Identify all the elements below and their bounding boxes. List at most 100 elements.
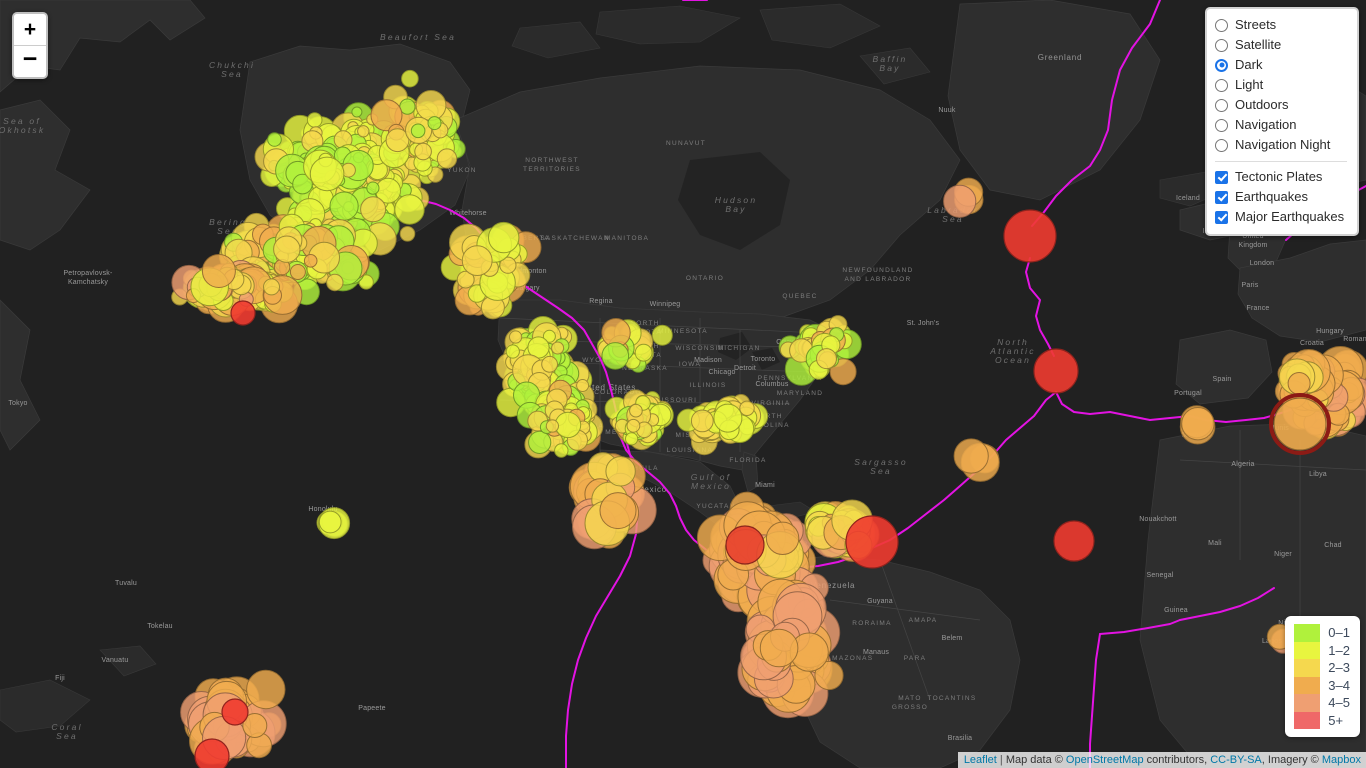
earthquake-marker[interactable] [201,254,236,288]
earthquake-marker[interactable] [401,69,419,88]
major-earthquake-marker[interactable] [1053,520,1095,562]
earthquake-marker[interactable] [554,443,569,458]
earthquake-marker[interactable] [273,235,301,263]
checkbox-icon[interactable] [1215,210,1228,224]
earthquake-marker[interactable] [436,148,458,169]
earthquake-marker[interactable] [366,181,380,195]
earthquake-marker[interactable] [554,411,582,439]
earthquake-marker[interactable] [326,273,344,292]
contributors-text: contributors, [1143,754,1211,766]
zoom-out-button[interactable]: − [14,45,46,77]
basemap-option-satellite[interactable]: Satellite [1215,35,1347,55]
legend-label: 0–1 [1328,625,1350,640]
layers-divider [1215,161,1347,162]
earthquake-marker[interactable] [541,355,558,373]
basemap-option-navigation[interactable]: Navigation [1215,115,1347,135]
radio-button-icon[interactable] [1215,78,1228,92]
earthquake-marker[interactable] [394,194,425,225]
zoom-control: + − [12,12,48,79]
earthquake-marker[interactable] [576,379,590,392]
major-earthquake-marker[interactable] [221,698,249,726]
earthquake-marker[interactable] [551,341,565,355]
earthquake-marker[interactable] [329,191,359,221]
earthquake-marker[interactable] [306,112,323,128]
earthquake-marker[interactable] [351,106,363,118]
basemap-option-label: Navigation Night [1235,137,1331,152]
basemap-option-light[interactable]: Light [1215,75,1347,95]
license-link[interactable]: CC-BY-SA [1210,754,1262,766]
earthquake-marker[interactable] [414,142,432,161]
radio-button-icon[interactable] [1215,98,1228,112]
major-earthquake-marker[interactable] [1033,348,1079,394]
radio-button-icon[interactable] [1215,18,1228,32]
earthquake-marker[interactable] [267,132,282,147]
earthquake-marker[interactable] [759,628,799,668]
openstreetmap-link[interactable]: OpenStreetMap [1066,754,1144,766]
mapbox-link[interactable]: Mapbox [1322,754,1361,766]
basemap-option-dark[interactable]: Dark [1215,55,1347,75]
earthquake-marker[interactable] [289,264,306,280]
earthquake-marker[interactable] [765,521,800,555]
earthquake-marker[interactable] [508,330,523,344]
map-data-prefix: Map data © [1005,754,1066,766]
overlay-option-earthquakes[interactable]: Earthquakes [1215,187,1347,207]
imagery-prefix: , Imagery © [1261,754,1322,766]
earthquake-marker[interactable] [1181,407,1215,441]
overlay-option-major-earthquakes[interactable]: Major Earthquakes [1215,207,1347,227]
earthquake-marker[interactable] [309,156,345,192]
earthquake-marker[interactable] [601,342,630,370]
major-earthquake-marker[interactable] [725,525,765,565]
checkbox-icon[interactable] [1215,190,1228,204]
earthquake-marker[interactable] [545,419,560,433]
earthquake-marker[interactable] [461,245,493,277]
basemap-option-navigation-night[interactable]: Navigation Night [1215,135,1347,155]
earthquake-marker[interactable] [528,430,552,454]
earthquake-marker[interactable] [625,432,639,446]
earthquake-marker[interactable] [816,348,837,370]
basemap-option-streets[interactable]: Streets [1215,15,1347,35]
basemap-option-label: Dark [1235,57,1263,72]
major-earthquake-marker[interactable] [194,738,230,768]
overlay-option-tectonic-plates[interactable]: Tectonic Plates [1215,167,1347,187]
earthquake-marker[interactable] [1287,372,1311,395]
radio-button-icon[interactable] [1215,58,1228,72]
earthquake-marker[interactable] [415,90,447,121]
earthquake-marker[interactable] [488,221,520,254]
earthquake-marker[interactable] [605,456,636,487]
earthquake-marker[interactable] [739,400,755,416]
earthquakes-layer[interactable] [0,0,1366,768]
major-earthquake-marker[interactable] [230,300,256,326]
earthquake-marker[interactable] [634,343,653,362]
radio-button-icon[interactable] [1215,118,1228,132]
earthquake-marker[interactable] [246,669,286,710]
map-attribution: Leaflet | Map data © OpenStreetMap contr… [957,752,1366,768]
earthquake-marker[interactable] [360,196,387,223]
zoom-in-button[interactable]: + [14,14,46,45]
earthquake-marker[interactable] [953,438,989,474]
legend-swatch [1294,694,1321,712]
checkbox-icon[interactable] [1215,170,1228,184]
earthquake-marker[interactable] [599,492,637,530]
earthquake-marker[interactable] [399,226,416,242]
major-earthquake-marker[interactable] [1003,209,1057,263]
earthquake-marker[interactable] [943,184,977,218]
earthquake-marker[interactable] [690,409,714,433]
earthquake-marker[interactable] [263,278,280,296]
radio-button-icon[interactable] [1215,38,1228,52]
earthquake-marker[interactable] [357,125,370,138]
earthquake-marker[interactable] [318,510,342,534]
earthquake-marker[interactable] [427,116,442,131]
earthquake-marker[interactable] [651,324,673,346]
earthquake-marker[interactable] [629,403,643,418]
leaflet-link[interactable]: Leaflet [964,754,997,766]
earthquake-marker[interactable] [626,418,641,433]
earthquake-marker[interactable] [505,344,520,359]
major-earthquake-marker[interactable] [1273,397,1327,451]
earthquake-marker[interactable] [303,253,318,268]
radio-button-icon[interactable] [1215,138,1228,152]
major-earthquake-marker[interactable] [845,515,899,569]
basemap-option-outdoors[interactable]: Outdoors [1215,95,1347,115]
earthquake-marker[interactable] [713,403,743,433]
earthquake-marker[interactable] [410,123,426,139]
basemap-option-label: Streets [1235,17,1277,32]
